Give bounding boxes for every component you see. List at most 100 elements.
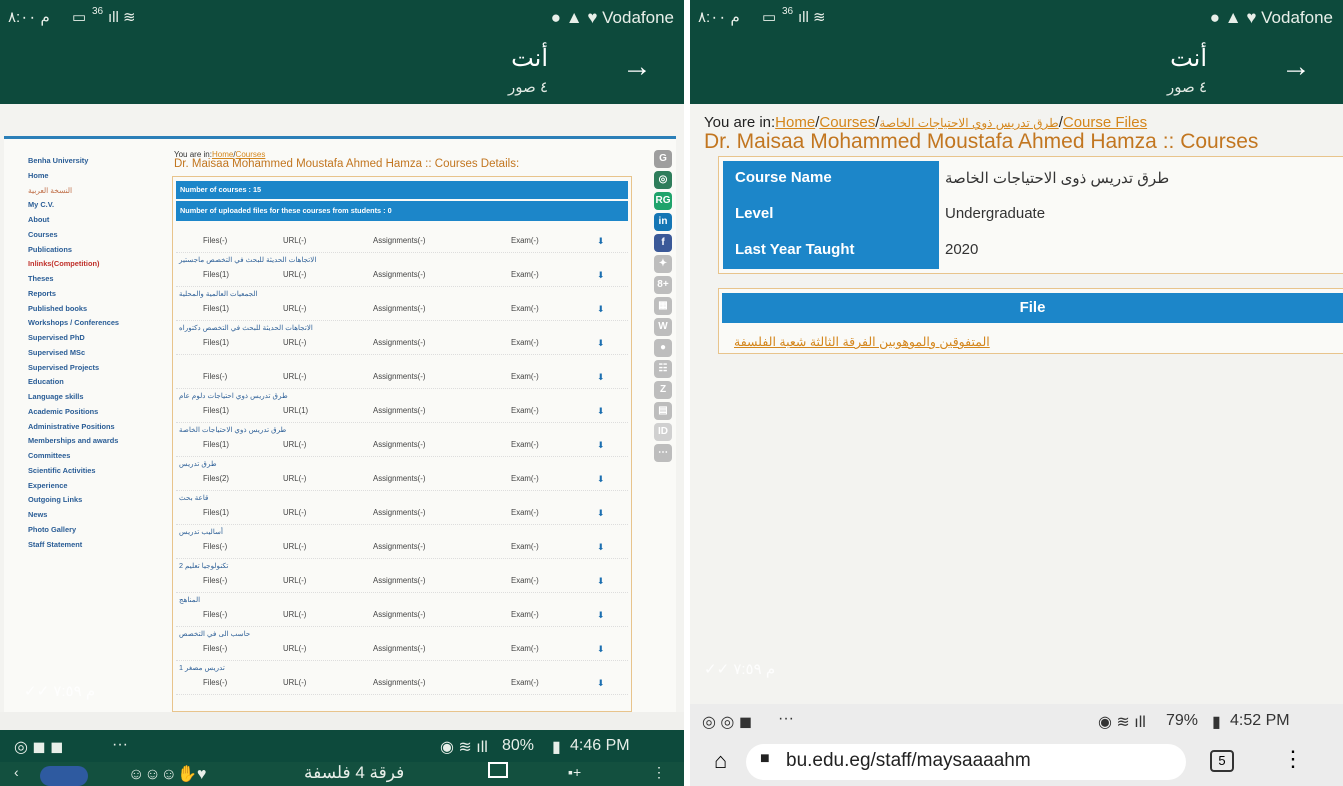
course-title[interactable]: المناهج [179,595,200,604]
back-arrow-icon[interactable]: → [1281,50,1311,84]
file-link[interactable]: المتفوقين والموهوبين الفرقة الثالثة شعبة… [734,334,990,349]
sidebar-item[interactable]: Outgoing Links [28,493,168,508]
social-icon[interactable]: ✦ [654,255,672,273]
course-files[interactable]: Files(-) [203,542,227,551]
course-files[interactable]: Files(1) [203,270,229,279]
course-title[interactable]: تكنولوجيا تعليم 2 [179,561,228,570]
course-files[interactable]: Files(-) [203,236,227,245]
course-url[interactable]: URL(-) [283,440,306,449]
course-url[interactable]: URL(-) [283,338,306,347]
course-exam[interactable]: Exam(-) [511,304,539,313]
course-title[interactable]: الاتجاهات الحديثة للبحث في التخصص ماجستي… [179,255,316,264]
course-exam[interactable]: Exam(-) [511,270,539,279]
breadcrumb-files[interactable]: Course Files [1063,114,1147,131]
sidebar-item[interactable]: Home [28,169,168,184]
download-icon[interactable]: ⬇ [597,270,605,280]
social-icon[interactable]: ● [654,339,672,357]
social-icon[interactable]: ⋯ [654,444,672,462]
sidebar-item[interactable]: Language skills [28,390,168,405]
download-icon[interactable]: ⬇ [597,406,605,416]
course-url[interactable]: URL(-) [283,644,306,653]
course-title[interactable]: تدريس مصغر 1 [179,663,225,672]
download-icon[interactable]: ⬇ [597,508,605,518]
course-files[interactable]: Files(-) [203,678,227,687]
social-icon[interactable]: Z [654,381,672,399]
sidebar-item[interactable]: Benha University [28,154,168,169]
course-exam[interactable]: Exam(-) [511,338,539,347]
course-title[interactable]: حاسب الى في التخصص [179,629,250,638]
sidebar-item[interactable]: Committees [28,449,168,464]
course-assign[interactable]: Assignments(-) [373,236,425,245]
course-url[interactable]: URL(-) [283,474,306,483]
course-assign[interactable]: Assignments(-) [373,338,425,347]
sidebar-item[interactable]: About [28,213,168,228]
sidebar-item[interactable]: Theses [28,272,168,287]
course-title[interactable]: الاتجاهات الحديثة للبحث في التخصص دكتورا… [179,323,313,332]
social-icon[interactable]: ▦ [654,297,672,315]
course-assign[interactable]: Assignments(-) [373,610,425,619]
course-url[interactable]: URL(-) [283,678,306,687]
course-files[interactable]: Files(1) [203,338,229,347]
sidebar-item[interactable]: Supervised Projects [28,361,168,376]
add-icon[interactable]: ▪+ [568,764,581,780]
course-assign[interactable]: Assignments(-) [373,576,425,585]
course-title[interactable]: طرق تدريس ذوي احتياجات دلوم عام [179,391,288,400]
download-icon[interactable]: ⬇ [597,474,605,484]
sidebar-item[interactable]: My C.V. [28,198,168,213]
back-icon[interactable]: ‹ [14,764,19,780]
sidebar-item[interactable]: Administrative Positions [28,420,168,435]
sidebar-item[interactable]: Publications [28,243,168,258]
course-url[interactable]: URL(-) [283,304,306,313]
menu-icon[interactable]: ⋮ [1282,746,1304,772]
square-icon[interactable] [488,762,508,778]
sidebar-item[interactable]: Staff Statement [28,538,168,553]
course-files[interactable]: Files(-) [203,610,227,619]
course-title[interactable]: الجمعيات العالمية والمحلية [179,289,258,298]
sidebar-item[interactable]: Academic Positions [28,405,168,420]
course-files[interactable]: Files(-) [203,644,227,653]
course-assign[interactable]: Assignments(-) [373,440,425,449]
course-exam[interactable]: Exam(-) [511,474,539,483]
sidebar-item[interactable]: Supervised MSc [28,346,168,361]
course-assign[interactable]: Assignments(-) [373,474,425,483]
sidebar-item[interactable]: Courses [28,228,168,243]
sidebar-item[interactable]: Workshops / Conferences [28,316,168,331]
course-exam[interactable]: Exam(-) [511,644,539,653]
course-title[interactable]: طرق تدريس ذوي الاحتياجات الخاصة [179,425,286,434]
social-icon[interactable]: in [654,213,672,231]
course-exam[interactable]: Exam(-) [511,610,539,619]
sidebar-item[interactable]: Inlinks(Competition) [28,257,168,272]
download-icon[interactable]: ⬇ [597,678,605,688]
download-icon[interactable]: ⬇ [597,576,605,586]
social-icon[interactable]: 8+ [654,276,672,294]
course-assign[interactable]: Assignments(-) [373,406,425,415]
course-files[interactable]: Files(-) [203,372,227,381]
tabs-count-button[interactable]: 5 [1210,750,1234,772]
sidebar-item[interactable]: Experience [28,479,168,494]
course-assign[interactable]: Assignments(-) [373,372,425,381]
sidebar-item[interactable]: Published books [28,302,168,317]
course-exam[interactable]: Exam(-) [511,406,539,415]
course-url[interactable]: URL(-) [283,576,306,585]
course-files[interactable]: Files(1) [203,440,229,449]
course-url[interactable]: URL(1) [283,406,308,415]
course-exam[interactable]: Exam(-) [511,508,539,517]
course-assign[interactable]: Assignments(-) [373,644,425,653]
social-icon[interactable]: ▤ [654,402,672,420]
course-exam[interactable]: Exam(-) [511,576,539,585]
course-exam[interactable]: Exam(-) [511,440,539,449]
course-assign[interactable]: Assignments(-) [373,508,425,517]
course-url[interactable]: URL(-) [283,610,306,619]
social-icon[interactable]: W [654,318,672,336]
url-field[interactable]: ■ bu.edu.eg/staff/maysaaaahm [746,744,1186,780]
download-icon[interactable]: ⬇ [597,236,605,246]
course-files[interactable]: Files(2) [203,474,229,483]
sidebar-item[interactable]: News [28,508,168,523]
course-exam[interactable]: Exam(-) [511,236,539,245]
course-files[interactable]: Files(1) [203,304,229,313]
download-icon[interactable]: ⬇ [597,610,605,620]
download-icon[interactable]: ⬇ [597,304,605,314]
sidebar-item[interactable]: النسخة العربية [28,184,168,199]
home-icon[interactable]: ⌂ [714,748,727,774]
social-icon[interactable]: f [654,234,672,252]
